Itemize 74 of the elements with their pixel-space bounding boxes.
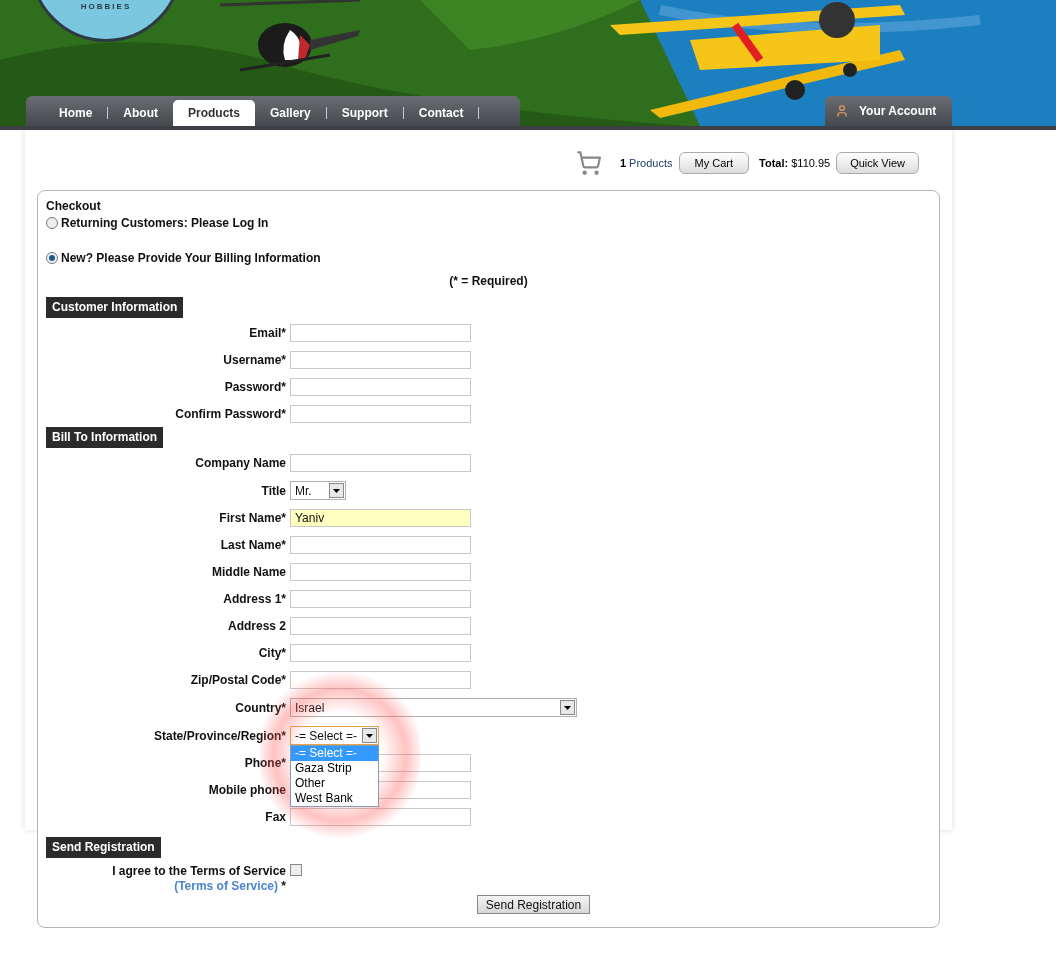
field-label: Address 1* [223, 591, 286, 608]
field-label: First Name* [219, 510, 286, 527]
text-field[interactable] [290, 808, 471, 826]
field-label: State/Province/Region* [153, 727, 286, 745]
nav-tab[interactable]: About [108, 100, 173, 126]
terms-text: I agree to the Terms of Service [112, 864, 286, 878]
field-label: Country* [235, 699, 286, 717]
select-field[interactable]: Mr. [290, 481, 346, 500]
text-field[interactable] [290, 454, 471, 472]
field-label: Company Name [195, 455, 286, 472]
dropdown-button[interactable] [362, 728, 377, 743]
nav-tab[interactable]: Contact [403, 100, 479, 126]
text-field[interactable] [290, 563, 471, 581]
field-label: Middle Name [212, 564, 286, 581]
field-label: Fax [265, 809, 286, 826]
section-header: Send Registration [46, 837, 161, 858]
field-label: Mobile phone [208, 782, 286, 799]
cart-count: 1 Products [619, 155, 673, 171]
dropdown-button[interactable] [329, 483, 344, 498]
text-field[interactable]: Yaniv [290, 509, 471, 527]
select-field[interactable]: Israel [290, 698, 577, 717]
text-field[interactable] [290, 617, 471, 635]
field-label: City* [258, 645, 286, 662]
cart-total: Total: $110.95 [759, 155, 831, 171]
field-label: Password* [224, 379, 286, 396]
nav-tab[interactable]: Home [44, 100, 108, 126]
required-note: (* = Required) [449, 273, 528, 290]
nav-tab[interactable]: Support [326, 100, 403, 126]
text-field[interactable] [290, 378, 471, 396]
send-registration-button[interactable]: Send Registration [476, 895, 591, 914]
terms-checkbox[interactable] [290, 864, 302, 876]
dropdown-option[interactable]: Gaza Strip [291, 761, 378, 776]
field-label: Confirm Password* [175, 406, 286, 423]
field-label: Email* [249, 325, 286, 342]
required-mark: * [280, 879, 286, 893]
my-cart-button[interactable]: My Cart [678, 152, 750, 174]
radio-button[interactable] [46, 217, 58, 229]
terms-link[interactable]: (Terms of Service) [174, 879, 278, 893]
field-label: Username* [223, 352, 286, 369]
cart-icon [575, 150, 602, 176]
dropdown-button[interactable] [560, 700, 575, 715]
text-field[interactable] [290, 671, 471, 689]
caret-icon [366, 733, 373, 738]
section-header: Customer Information [46, 297, 184, 318]
nav-tab[interactable]: Products [173, 100, 255, 126]
field-label: Last Name* [220, 537, 286, 554]
field-label: Phone* [244, 755, 286, 772]
dropdown-option[interactable]: Other [291, 776, 378, 791]
text-field[interactable] [290, 644, 471, 662]
user-icon [835, 104, 849, 118]
logo-text: HOBBIES [80, 1, 132, 13]
quick-view-button[interactable]: Quick View [836, 152, 919, 174]
text-field[interactable] [290, 590, 471, 608]
select-value: Mr. [295, 482, 312, 500]
nav-tab[interactable]: Gallery [255, 100, 326, 126]
radio-label: Returning Customers: Please Log In [61, 215, 269, 232]
field-label: Address 2 [227, 618, 286, 635]
text-field[interactable] [290, 324, 471, 342]
select-value: Israel [295, 699, 325, 717]
checkout-title: Checkout [46, 199, 102, 213]
section-header: Bill To Information [46, 427, 164, 448]
field-label: Zip/Postal Code* [190, 672, 286, 689]
account-tab[interactable]: Your Account [825, 96, 952, 126]
select-value: -= Select =- [295, 727, 358, 745]
radio-button[interactable] [46, 252, 58, 264]
radio-label: New? Please Provide Your Billing Information [61, 250, 321, 267]
dropdown-option[interactable]: West Bank [291, 791, 378, 806]
caret-icon [564, 705, 571, 710]
text-field[interactable] [290, 351, 471, 369]
field-label: Title [261, 482, 286, 500]
text-field[interactable] [290, 536, 471, 554]
caret-icon [333, 488, 340, 493]
text-field[interactable] [290, 405, 471, 423]
select-field[interactable]: -= Select =- [290, 726, 379, 745]
